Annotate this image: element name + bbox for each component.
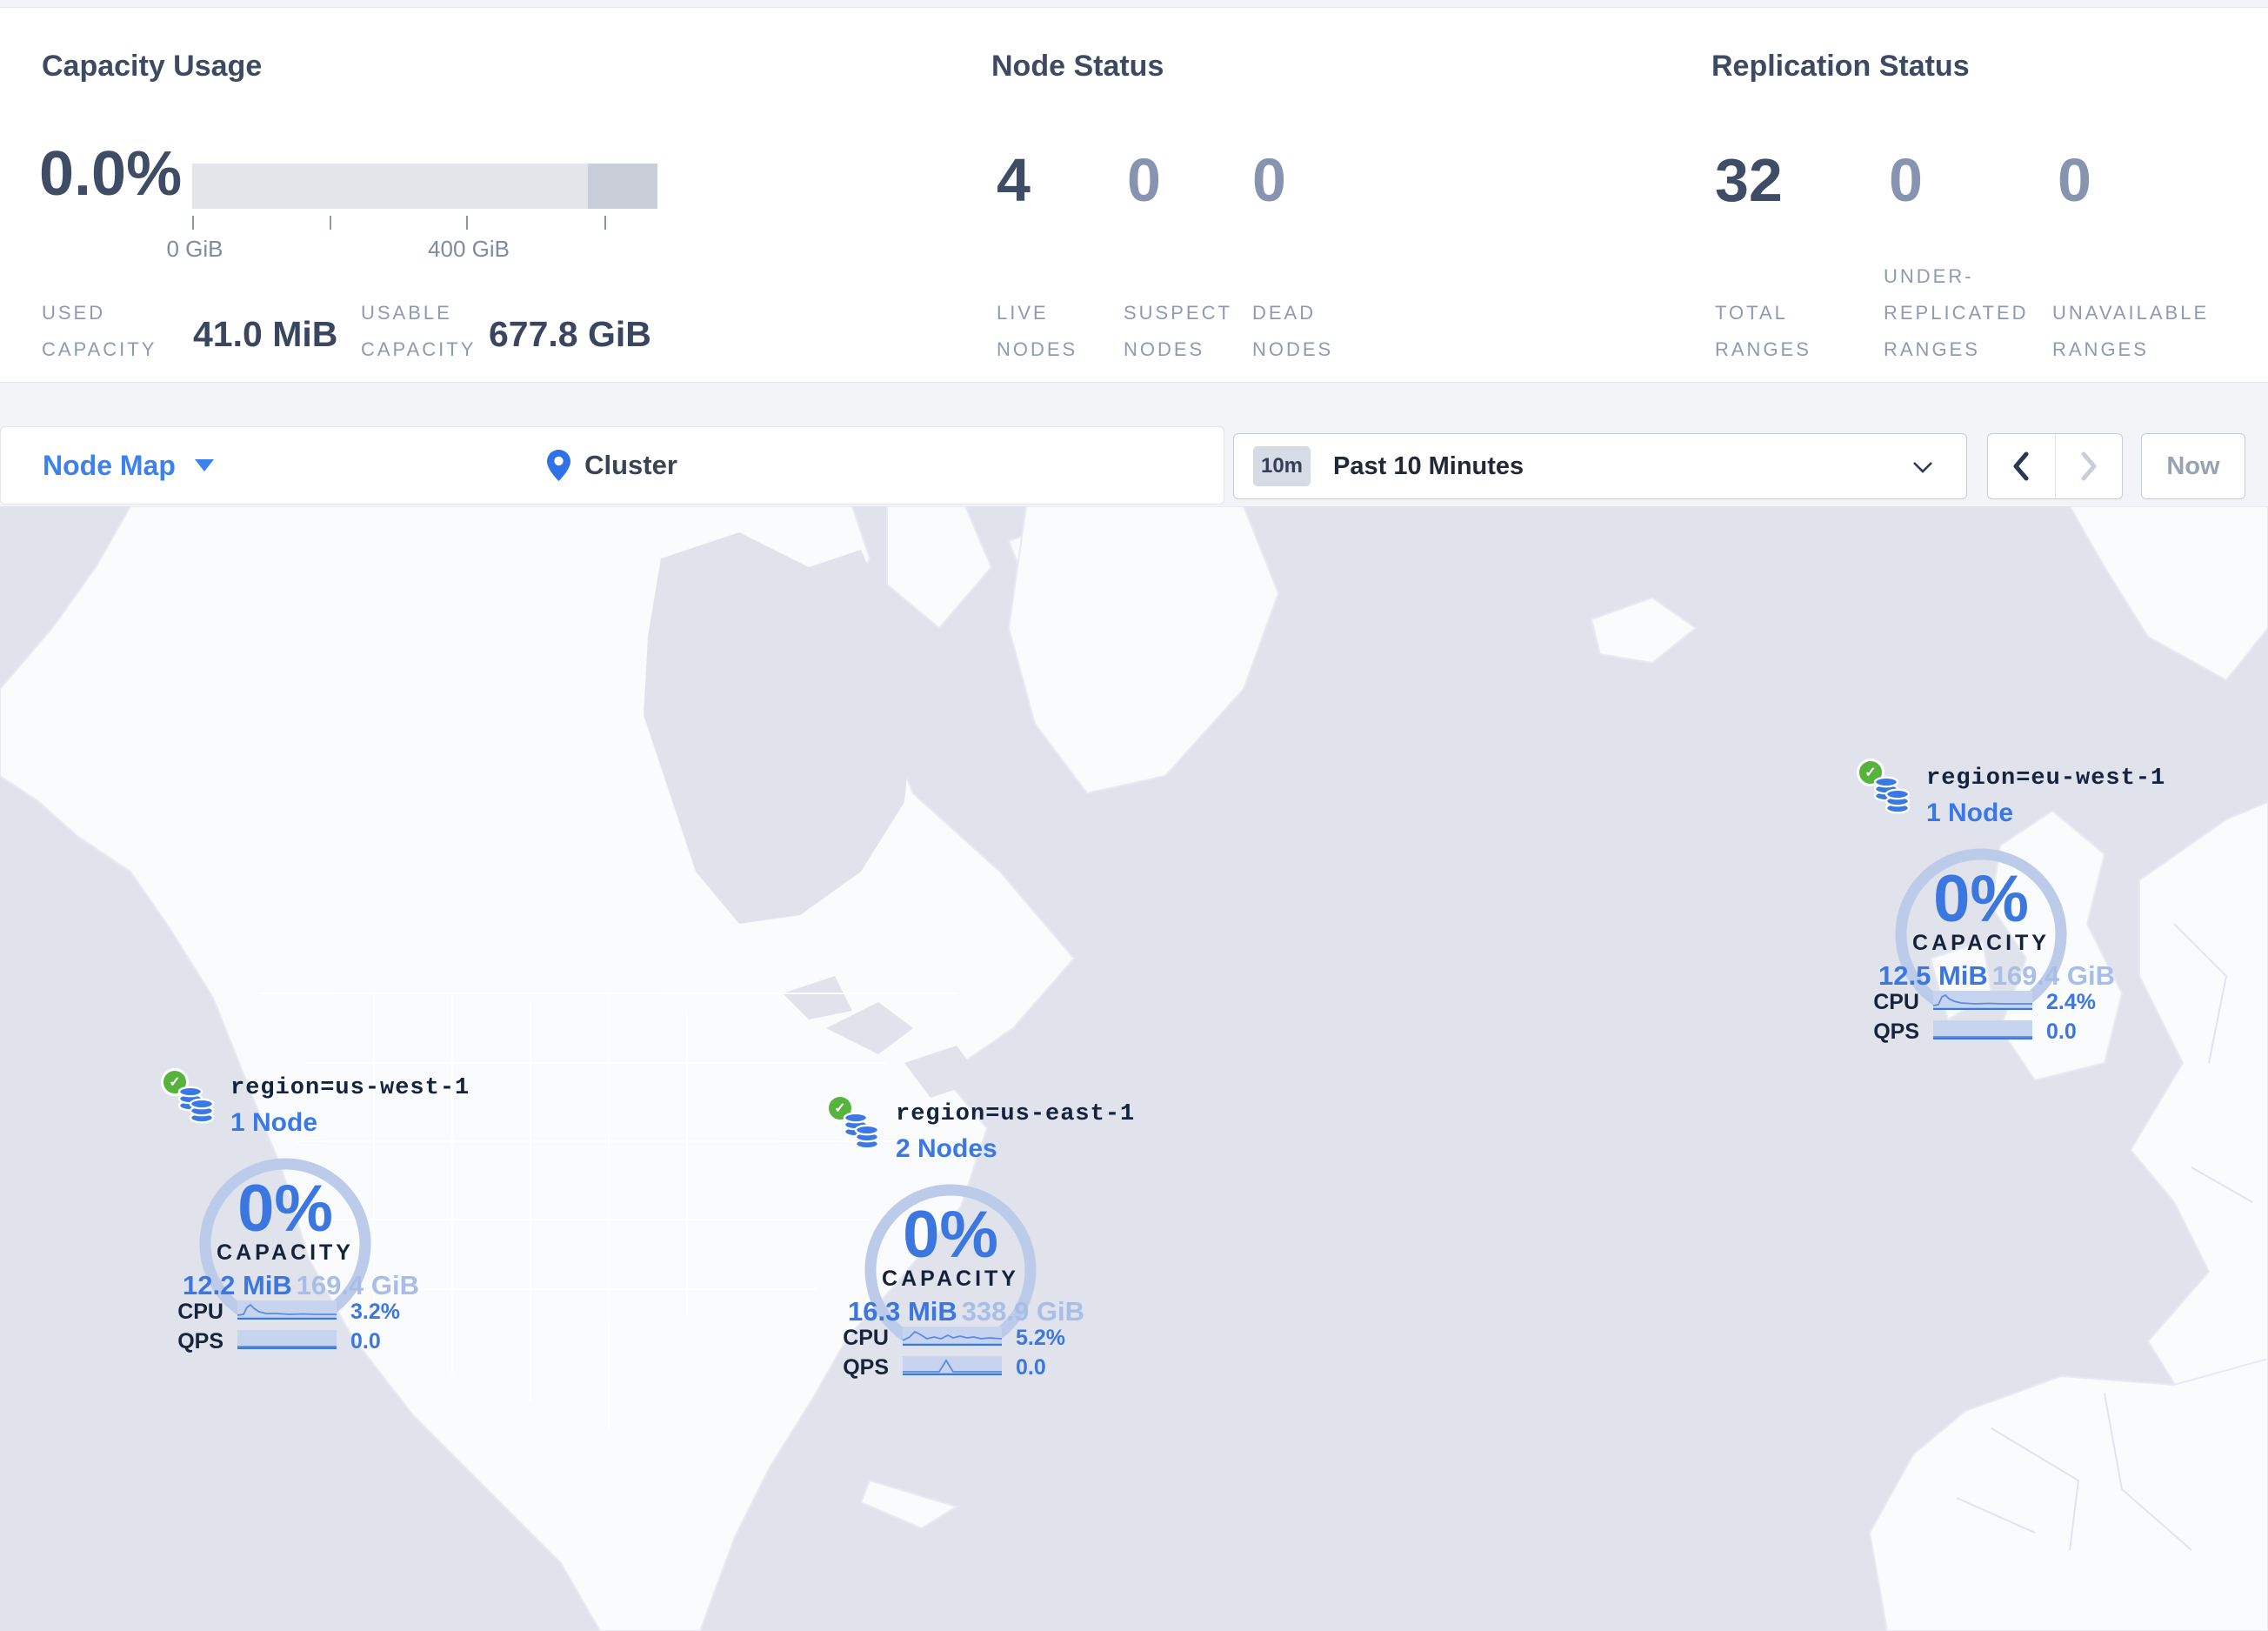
region-marker-eu-west-1[interactable]: ✓ region=eu-west-1 1 Node 0% CAPACITY 12… [1857, 759, 2165, 1054]
region-node-count-link[interactable]: 1 Node [230, 1108, 317, 1138]
capacity-bar [192, 164, 657, 209]
time-step-back-button[interactable] [1988, 434, 2055, 498]
breadcrumb-bar: Cluster Node Map [0, 426, 1224, 505]
gauge-percent: 0% [237, 1172, 333, 1246]
capacity-tick [604, 216, 606, 230]
cpu-label: CPU [177, 1300, 223, 1324]
suspect-nodes-label: SUSPECT NODES [1124, 302, 1232, 360]
database-stack-icon [1873, 776, 1911, 814]
under-replicated-count: 0 [1889, 146, 1923, 214]
region-name: region=eu-west-1 [1926, 765, 2166, 792]
gauge-capacity-label: CAPACITY [882, 1267, 1019, 1291]
qps-label: QPS [1873, 1019, 1919, 1044]
region-node-count-link[interactable]: 1 Node [1926, 799, 2013, 828]
capacity-bar-reserved-segment [588, 164, 657, 209]
node-status-title: Node Status [991, 50, 1164, 83]
qps-sparkline [1933, 1020, 2032, 1039]
qps-sparkline [237, 1330, 337, 1349]
map-pin-icon [547, 450, 571, 481]
used-capacity-label: USED CAPACITY [42, 302, 157, 360]
capacity-tick [466, 216, 468, 230]
region-node-count-link[interactable]: 2 Nodes [896, 1134, 997, 1164]
region-marker-us-east-1[interactable]: ✓ region=us-east-1 2 Nodes 0% CAPACITY 1… [826, 1094, 1134, 1390]
used-capacity-value: 41.0 MiB [193, 314, 338, 354]
breadcrumb-cluster-label: Cluster [584, 450, 677, 480]
chevron-right-icon [2081, 451, 2097, 481]
time-range-label: Past 10 Minutes [1333, 451, 1524, 480]
qps-value: 0.0 [350, 1329, 381, 1354]
database-stack-icon [177, 1086, 215, 1124]
capacity-tick-label-0: 0 GiB [166, 236, 223, 262]
live-nodes-count: 4 [997, 146, 1031, 214]
region-used-capacity: 12.2 MiB [183, 1270, 292, 1300]
cpu-sparkline [237, 1300, 337, 1320]
time-range-badge: 10m [1253, 446, 1311, 486]
qps-label: QPS [843, 1355, 889, 1380]
region-used-capacity: 12.5 MiB [1878, 960, 1988, 991]
cpu-value: 2.4% [2046, 990, 2096, 1014]
cpu-label: CPU [1873, 990, 1919, 1014]
gauge-percent: 0% [903, 1198, 998, 1272]
cpu-label: CPU [843, 1326, 889, 1350]
qps-value: 0.0 [2046, 1019, 2077, 1044]
now-button[interactable]: Now [2141, 433, 2245, 499]
unavailable-label: UNAVAILABLE RANGES [2052, 302, 2210, 360]
usable-capacity-value: 677.8 GiB [489, 314, 651, 354]
node-map[interactable]: ✓ region=us-west-1 1 Node 0% CAPACITY 12… [0, 506, 2268, 1631]
replication-status-title: Replication Status [1711, 50, 1970, 83]
total-ranges-label: TOTAL RANGES [1715, 302, 1811, 360]
qps-sparkline [903, 1356, 1002, 1375]
cluster-summary-panel: Capacity Usage 0.0% 0 GiB 400 GiB USED C… [0, 7, 2268, 383]
region-total-capacity: 169.4 GiB [1991, 960, 2115, 991]
caret-down-icon [194, 459, 214, 471]
time-step-controls [1987, 433, 2123, 499]
usable-capacity-label: USABLE CAPACITY [361, 302, 477, 360]
view-selector-label: Node Map [43, 449, 176, 481]
unavailable-count: 0 [2058, 146, 2091, 214]
total-ranges-count: 32 [1715, 146, 1783, 214]
region-used-capacity: 16.3 MiB [848, 1296, 957, 1327]
cpu-sparkline [903, 1327, 1002, 1346]
dead-nodes-label: DEAD NODES [1252, 302, 1334, 360]
chevron-down-icon [1913, 462, 1932, 473]
cpu-value: 5.2% [1016, 1326, 1065, 1350]
region-marker-us-west-1[interactable]: ✓ region=us-west-1 1 Node 0% CAPACITY 12… [161, 1068, 469, 1364]
region-name: region=us-east-1 [896, 1101, 1136, 1127]
dead-nodes-count: 0 [1252, 146, 1286, 214]
region-total-capacity: 169.4 GiB [296, 1270, 419, 1300]
chevron-left-icon [2013, 451, 2029, 481]
cpu-value: 3.2% [350, 1300, 400, 1324]
gauge-capacity-label: CAPACITY [217, 1240, 354, 1265]
cluster-overview-page: Capacity Usage 0.0% 0 GiB 400 GiB USED C… [0, 0, 2268, 1631]
time-step-forward-button[interactable] [2054, 434, 2123, 498]
capacity-tick [330, 216, 331, 230]
under-replicated-label: UNDER- REPLICATED RANGES [1884, 265, 2029, 360]
database-stack-icon [843, 1112, 880, 1150]
region-total-capacity: 338.9 GiB [961, 1296, 1084, 1327]
capacity-percent: 0.0% [39, 139, 183, 209]
capacity-tick [192, 216, 194, 230]
gauge-percent: 0% [1933, 862, 2029, 936]
region-name: region=us-west-1 [230, 1075, 470, 1101]
cpu-sparkline [1933, 991, 2032, 1010]
gauge-capacity-label: CAPACITY [1912, 931, 2050, 955]
capacity-usage-title: Capacity Usage [42, 50, 263, 83]
time-range-dropdown[interactable]: 10m Past 10 Minutes [1233, 433, 1967, 499]
suspect-nodes-count: 0 [1127, 146, 1161, 214]
view-selector-dropdown[interactable]: Node Map [43, 427, 214, 504]
capacity-tick-label-400: 400 GiB [428, 236, 510, 262]
qps-label: QPS [177, 1329, 223, 1354]
qps-value: 0.0 [1016, 1355, 1046, 1380]
live-nodes-label: LIVE NODES [997, 302, 1078, 360]
